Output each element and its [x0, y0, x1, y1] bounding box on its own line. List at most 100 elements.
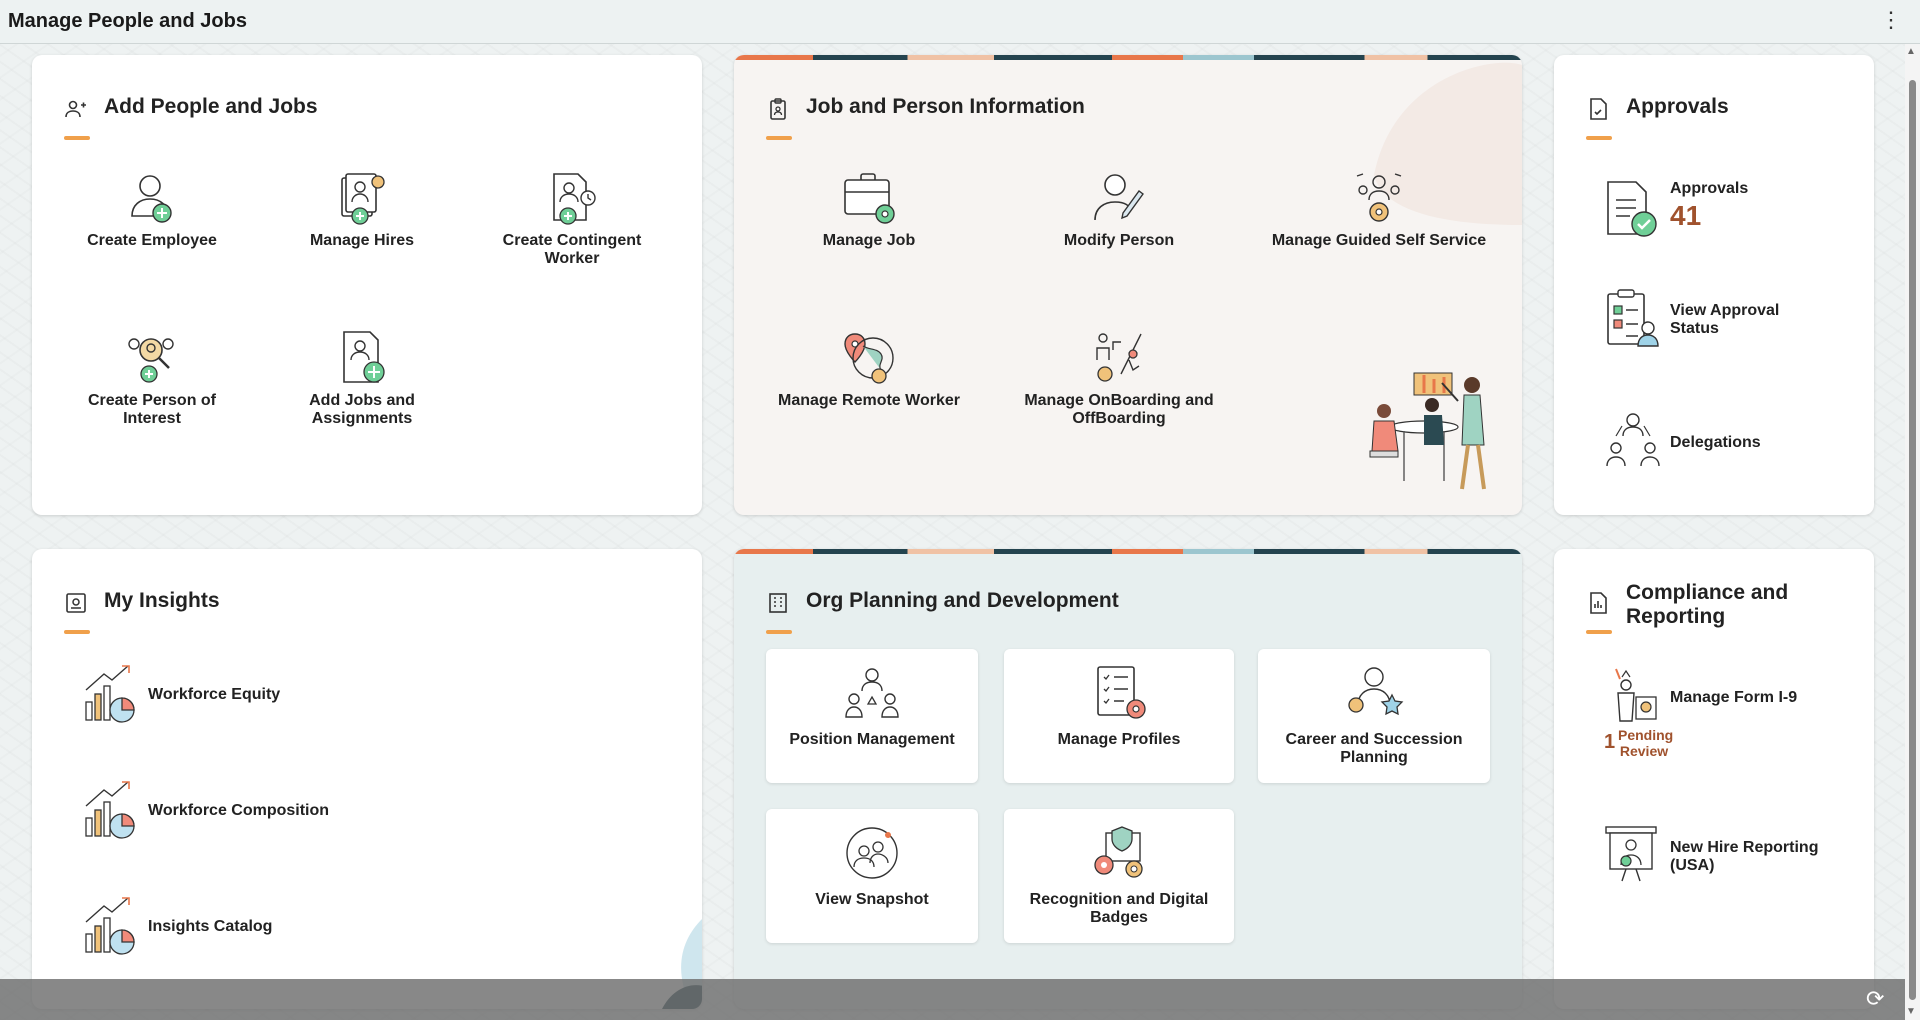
- career-succession-icon: [1348, 667, 1404, 716]
- manage-guided-self-service-tile[interactable]: Manage Guided Self Service: [1264, 170, 1494, 250]
- person-of-interest-icon: [128, 338, 174, 383]
- tile-label: Add Jobs and Assignments: [309, 392, 415, 427]
- card-label: Manage Profiles: [1057, 731, 1181, 748]
- refresh-icon[interactable]: ⟳: [1866, 986, 1884, 1012]
- view-snapshot-card[interactable]: View Snapshot: [766, 809, 978, 943]
- manage-job-tile[interactable]: Manage Job: [774, 170, 964, 250]
- position-management-icon: [845, 668, 899, 718]
- approvals-count: 41: [1670, 200, 1702, 231]
- manage-form-i9-label: Manage Form I-9: [1670, 689, 1798, 706]
- view-approval-status-tile[interactable]: View Approval Status: [1604, 289, 1864, 370]
- briefcase-icon: [844, 173, 895, 224]
- team-meeting-illustration: [1369, 372, 1486, 490]
- panel-title: Org Planning and Development: [806, 589, 1119, 612]
- approvals-label: Approvals: [1670, 180, 1749, 197]
- create-employee-tile[interactable]: Create Employee: [62, 170, 242, 250]
- title-underline: [766, 136, 792, 140]
- new-hire-reporting-tile[interactable]: New Hire Reporting (USA): [1604, 825, 1864, 895]
- compliance-panel: Compliance and Reporting Manage Form I-9…: [1554, 549, 1874, 1009]
- manage-hires-tile[interactable]: Manage Hires: [272, 170, 452, 250]
- workforce-equity-tile[interactable]: Workforce Equity: [82, 664, 482, 726]
- decorative-stripe: [734, 549, 1522, 554]
- card-label: View Snapshot: [815, 891, 929, 908]
- building-icon: [769, 593, 787, 613]
- scrollbar-thumb[interactable]: [1909, 80, 1916, 1000]
- add-people-and-jobs-panel: Add People and Jobs Create Employee Mana…: [32, 55, 702, 515]
- delegations-tile[interactable]: Delegations: [1604, 410, 1864, 480]
- chart-icon: [85, 897, 135, 955]
- card-label: Career and Succession Planning: [1285, 731, 1463, 766]
- create-contingent-worker-tile[interactable]: Create Contingent Worker: [482, 170, 662, 268]
- insights-icon: [66, 593, 86, 613]
- delegations-label: Delegations: [1670, 434, 1761, 451]
- title-underline: [64, 630, 90, 634]
- title-underline: [1586, 630, 1612, 634]
- approvals-panel: Approvals Approvals 41 View Approval Sta…: [1554, 55, 1874, 515]
- tile-label: Create Person of Interest: [87, 392, 217, 427]
- panel-title: Job and Person Information: [806, 95, 1085, 118]
- clipboard-icon: [770, 98, 786, 120]
- approval-status-icon: [1607, 289, 1659, 347]
- my-insights-panel: My Insights Workforce Equity Workforce C…: [32, 549, 702, 1009]
- tile-label: Manage OnBoarding and OffBoarding: [1024, 392, 1214, 427]
- onboarding-icon: [1096, 333, 1142, 382]
- modify-person-icon: [1094, 174, 1144, 221]
- new-hire-reporting-label: New Hire Reporting (USA): [1670, 839, 1819, 874]
- insights-catalog-label: Insights Catalog: [148, 918, 273, 935]
- guided-self-service-icon: [1356, 173, 1402, 222]
- tile-label: Modify Person: [1063, 232, 1175, 249]
- manage-hires-icon: [341, 173, 385, 225]
- manage-onboarding-offboarding-tile[interactable]: Manage OnBoarding and OffBoarding: [1014, 330, 1224, 428]
- manage-profiles-card[interactable]: Manage Profiles: [1004, 649, 1234, 783]
- create-employee-icon: [131, 175, 172, 223]
- add-jobs-and-assignments-tile[interactable]: Add Jobs and Assignments: [272, 330, 452, 428]
- title-underline: [1586, 136, 1612, 140]
- scroll-up-icon[interactable]: ▲: [1906, 46, 1916, 57]
- delegations-icon: [1606, 413, 1660, 467]
- workforce-composition-tile[interactable]: Workforce Composition: [82, 780, 482, 842]
- document-check-icon: [1590, 98, 1607, 120]
- people-add-icon: [65, 100, 86, 118]
- tile-label: Manage Job: [822, 232, 916, 249]
- chart-icon: [85, 665, 135, 723]
- pending-review-label: Pending Review: [1618, 727, 1674, 759]
- org-planning-panel: Org Planning and Development Position Ma…: [734, 549, 1522, 1009]
- modify-person-tile[interactable]: Modify Person: [1024, 170, 1214, 250]
- tile-label: Manage Hires: [309, 232, 415, 249]
- approvals-tile[interactable]: Approvals 41: [1604, 170, 1864, 250]
- page-title: Manage People and Jobs: [8, 10, 247, 32]
- view-approval-status-label: View Approval Status: [1670, 302, 1780, 337]
- tile-label: Create Employee: [87, 232, 217, 249]
- panel-title: Approvals: [1626, 95, 1729, 118]
- pending-count: 1: [1604, 731, 1616, 753]
- position-management-card[interactable]: Position Management: [766, 649, 978, 783]
- card-label: Recognition and Digital Badges: [1029, 891, 1209, 926]
- report-icon: [1590, 592, 1607, 614]
- tile-label: Manage Remote Worker: [778, 392, 960, 409]
- title-underline: [766, 630, 792, 634]
- bottom-bar: [0, 979, 1905, 1020]
- manage-form-i9-tile[interactable]: Manage Form I-9 1 Pending Review: [1604, 667, 1864, 767]
- career-succession-card[interactable]: Career and Succession Planning: [1258, 649, 1490, 783]
- recognition-badges-card[interactable]: Recognition and Digital Badges: [1004, 809, 1234, 943]
- new-hire-reporting-icon: [1605, 826, 1657, 882]
- scroll-down-icon[interactable]: ▼: [1906, 1006, 1916, 1017]
- approvals-icon: [1607, 181, 1657, 237]
- insights-catalog-tile[interactable]: Insights Catalog: [82, 896, 482, 958]
- panel-title: Add People and Jobs: [104, 95, 318, 118]
- manage-remote-worker-tile[interactable]: Manage Remote Worker: [774, 330, 964, 410]
- tile-label: Manage Guided Self Service: [1271, 232, 1487, 249]
- create-person-of-interest-tile[interactable]: Create Person of Interest: [62, 330, 242, 428]
- recognition-badges-icon: [1094, 826, 1143, 878]
- card-label: Position Management: [789, 731, 955, 748]
- view-snapshot-icon: [846, 827, 898, 879]
- remote-worker-icon: [844, 333, 894, 384]
- manage-profiles-icon: [1097, 666, 1146, 719]
- panel-title: Compliance and Reporting: [1626, 581, 1789, 628]
- more-options-icon[interactable]: ⋮: [1880, 8, 1902, 32]
- add-jobs-icon: [343, 331, 385, 383]
- title-underline: [64, 136, 90, 140]
- chart-icon: [85, 781, 135, 839]
- tile-label: Create Contingent Worker: [502, 232, 642, 267]
- workforce-equity-label: Workforce Equity: [148, 686, 281, 703]
